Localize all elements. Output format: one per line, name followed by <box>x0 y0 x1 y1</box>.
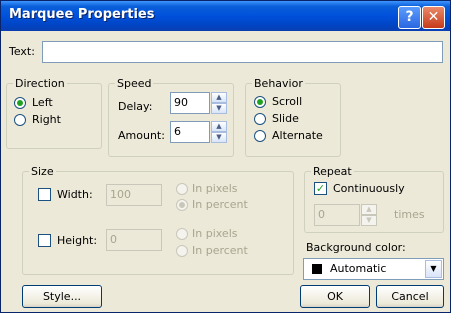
chevron-down-icon[interactable]: ▼ <box>425 260 442 278</box>
background-color-dropdown[interactable]: Automatic ▼ <box>303 258 444 280</box>
height-label: Height: <box>57 234 98 247</box>
text-input[interactable] <box>42 41 443 63</box>
repeat-times-input[interactable]: 0 <box>314 204 360 226</box>
spin-down-icon[interactable]: ▼ <box>361 215 377 226</box>
continuously-checkbox[interactable]: ✓ <box>314 182 327 195</box>
amount-input[interactable]: 6 <box>170 121 210 143</box>
behavior-legend: Behavior <box>252 77 305 90</box>
width-in-pixels-radio[interactable] <box>176 183 188 195</box>
marquee-properties-dialog: Marquee Properties ? ✕ Text: Direction L… <box>0 0 451 313</box>
direction-left-label: Left <box>32 96 53 109</box>
direction-legend: Direction <box>13 77 67 90</box>
amount-label: Amount: <box>118 129 165 142</box>
delay-input[interactable]: 90 <box>170 92 210 114</box>
height-in-pixels-label: In pixels <box>192 227 238 240</box>
height-in-percent-radio[interactable] <box>176 245 188 257</box>
width-input[interactable]: 100 <box>106 184 162 206</box>
delay-spinner[interactable]: ▲ ▼ <box>211 92 227 114</box>
continuously-label: Continuously <box>333 182 405 195</box>
color-swatch <box>312 264 322 274</box>
behavior-slide-label: Slide <box>272 112 299 125</box>
style-button[interactable]: Style... <box>22 285 102 308</box>
spin-down-icon[interactable]: ▼ <box>211 132 227 143</box>
times-label: times <box>394 208 425 221</box>
width-in-pixels-label: In pixels <box>192 182 238 195</box>
width-in-percent-radio[interactable] <box>176 199 188 211</box>
height-in-percent-label: In percent <box>192 244 248 257</box>
direction-right-radio[interactable] <box>14 114 26 126</box>
cancel-button[interactable]: Cancel <box>376 285 444 308</box>
spin-up-icon[interactable]: ▲ <box>361 204 377 215</box>
size-legend: Size <box>29 165 56 178</box>
behavior-scroll-radio[interactable] <box>254 96 266 108</box>
width-label: Width: <box>57 188 93 201</box>
behavior-alternate-label: Alternate <box>272 129 323 142</box>
direction-left-radio[interactable] <box>14 97 26 109</box>
amount-spinner[interactable]: ▲ ▼ <box>211 121 227 143</box>
close-button[interactable]: ✕ <box>422 6 445 29</box>
size-group: Size Width: 100 In pixels In percent Hei… <box>22 165 294 275</box>
spin-up-icon[interactable]: ▲ <box>211 121 227 132</box>
height-checkbox[interactable] <box>38 234 51 247</box>
direction-group: Direction Left Right <box>6 77 102 149</box>
width-checkbox[interactable] <box>38 188 51 201</box>
direction-right-label: Right <box>32 113 61 126</box>
height-input[interactable]: 0 <box>106 229 162 251</box>
speed-legend: Speed <box>115 77 154 90</box>
speed-group: Speed Delay: 90 ▲ ▼ Amount: 6 ▲ ▼ <box>108 77 234 157</box>
background-color-value: Automatic <box>330 262 387 275</box>
behavior-group: Behavior Scroll Slide Alternate <box>245 77 341 157</box>
behavior-slide-radio[interactable] <box>254 113 266 125</box>
close-icon: ✕ <box>427 9 440 25</box>
window-title: Marquee Properties <box>9 7 155 22</box>
text-label: Text: <box>9 45 35 58</box>
help-icon: ? <box>405 9 414 25</box>
title-bar[interactable]: Marquee Properties ? ✕ <box>1 1 450 31</box>
behavior-alternate-radio[interactable] <box>254 130 266 142</box>
background-color-label: Background color: <box>306 241 406 254</box>
width-in-percent-label: In percent <box>192 198 248 211</box>
ok-button[interactable]: OK <box>300 285 370 308</box>
repeat-times-spinner[interactable]: ▲ ▼ <box>361 204 377 226</box>
spin-down-icon[interactable]: ▼ <box>211 103 227 114</box>
repeat-legend: Repeat <box>311 165 354 178</box>
repeat-group: Repeat ✓ Continuously 0 ▲ ▼ times <box>304 165 444 233</box>
behavior-scroll-label: Scroll <box>272 95 303 108</box>
spin-up-icon[interactable]: ▲ <box>211 92 227 103</box>
delay-label: Delay: <box>118 100 153 113</box>
height-in-pixels-radio[interactable] <box>176 228 188 240</box>
help-button[interactable]: ? <box>398 6 421 29</box>
